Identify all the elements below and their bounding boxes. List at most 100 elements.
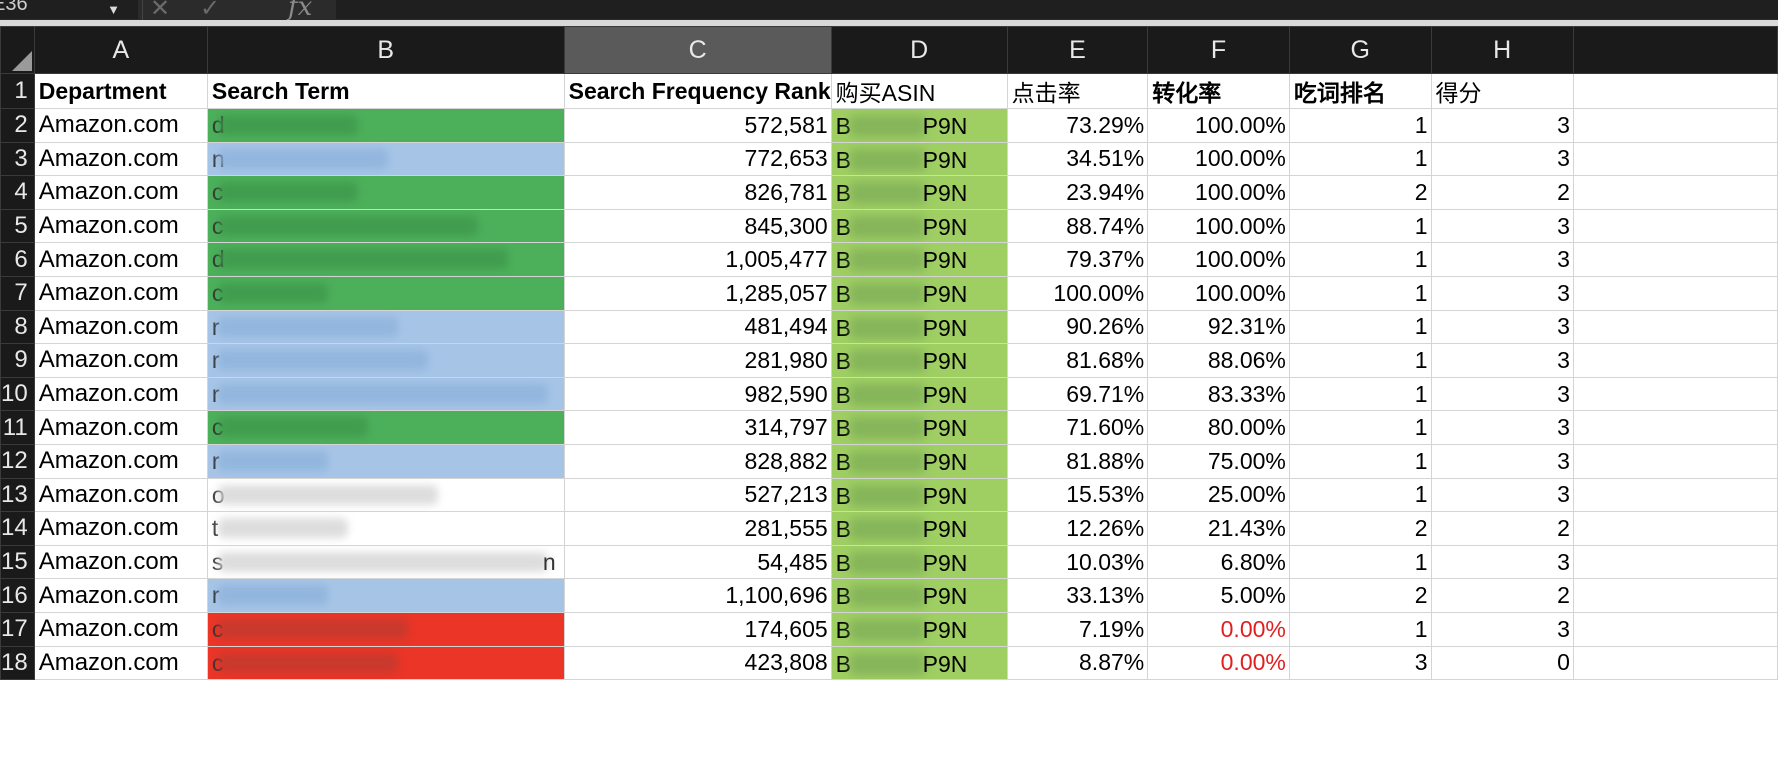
- cell-click-rate[interactable]: 12.26%: [1006, 511, 1149, 546]
- cell-score[interactable]: 3: [1430, 343, 1574, 378]
- cell-department[interactable]: Amazon.com: [33, 141, 208, 177]
- cell-conversion-rate[interactable]: 25.00%: [1147, 477, 1290, 513]
- cell-search-term[interactable]: c: [206, 645, 565, 681]
- cell-department[interactable]: Amazon.com: [33, 645, 208, 681]
- cell-keyword-rank[interactable]: 1: [1288, 477, 1432, 513]
- cell-search-term[interactable]: o: [206, 477, 565, 513]
- cell-search-term[interactable]: r: [206, 578, 565, 613]
- row-header[interactable]: 14: [0, 511, 35, 546]
- column-header-g[interactable]: G: [1288, 26, 1432, 74]
- cell-search-frequency-rank[interactable]: 314,797: [563, 410, 832, 445]
- column-header-blank[interactable]: [1572, 26, 1778, 74]
- column-header-b[interactable]: B: [206, 26, 565, 74]
- cell-conversion-rate[interactable]: 0.00%: [1147, 611, 1290, 647]
- cell-search-frequency-rank[interactable]: 772,653: [563, 141, 832, 177]
- cell-search-frequency-rank[interactable]: 1,005,477: [563, 242, 832, 277]
- cell-header-asin[interactable]: 购买ASIN: [830, 73, 1008, 109]
- cell-empty[interactable]: [1572, 242, 1778, 277]
- cell-department[interactable]: Amazon.com: [33, 578, 208, 613]
- cell-asin[interactable]: B P9N: [830, 343, 1008, 378]
- cell-department[interactable]: Amazon.com: [33, 443, 208, 479]
- cell-keyword-rank[interactable]: 1: [1288, 242, 1432, 277]
- row-header[interactable]: 4: [0, 175, 35, 210]
- cell-conversion-rate[interactable]: 100.00%: [1147, 275, 1290, 311]
- row-header[interactable]: 5: [0, 208, 35, 244]
- cell-conversion-rate[interactable]: 100.00%: [1147, 208, 1290, 244]
- cell-empty[interactable]: [1572, 275, 1778, 311]
- cell-keyword-rank[interactable]: 2: [1288, 578, 1432, 613]
- row-header[interactable]: 11: [0, 410, 35, 445]
- cell-search-frequency-rank[interactable]: 828,882: [563, 443, 832, 479]
- cell-conversion-rate[interactable]: 6.80%: [1147, 544, 1290, 580]
- cell-search-term[interactable]: sn: [206, 544, 565, 580]
- row-header[interactable]: 15: [0, 544, 35, 580]
- cell-click-rate[interactable]: 15.53%: [1006, 477, 1149, 513]
- cell-click-rate[interactable]: 81.68%: [1006, 343, 1149, 378]
- cell-search-term[interactable]: c: [206, 275, 565, 311]
- cell-click-rate[interactable]: 69.71%: [1006, 376, 1149, 412]
- cell-conversion-rate[interactable]: 88.06%: [1147, 343, 1290, 378]
- cell-search-term[interactable]: c: [206, 175, 565, 210]
- cell-asin[interactable]: B P9N: [830, 275, 1008, 311]
- cell-asin[interactable]: B P9N: [830, 141, 1008, 177]
- cell-empty[interactable]: [1572, 175, 1778, 210]
- cell-asin[interactable]: B P9N: [830, 443, 1008, 479]
- column-header-e[interactable]: E: [1006, 26, 1149, 74]
- cell-search-frequency-rank[interactable]: 481,494: [563, 309, 832, 345]
- cell-search-term[interactable]: c: [206, 611, 565, 647]
- cell-header-ctr[interactable]: 点击率: [1006, 73, 1149, 109]
- cell-click-rate[interactable]: 7.19%: [1006, 611, 1149, 647]
- cell-score[interactable]: 3: [1430, 477, 1574, 513]
- cell-conversion-rate[interactable]: 80.00%: [1147, 410, 1290, 445]
- cell-score[interactable]: 3: [1430, 611, 1574, 647]
- select-all-icon[interactable]: [11, 51, 32, 71]
- cell-keyword-rank[interactable]: 1: [1288, 376, 1432, 412]
- cell-empty[interactable]: [1572, 410, 1778, 445]
- cell-asin[interactable]: B P9N: [830, 242, 1008, 277]
- cell-empty[interactable]: [1572, 108, 1778, 143]
- cell-department[interactable]: Amazon.com: [33, 275, 208, 311]
- cell-conversion-rate[interactable]: 0.00%: [1147, 645, 1290, 681]
- cell-search-frequency-rank[interactable]: 527,213: [563, 477, 832, 513]
- cell-conversion-rate[interactable]: 100.00%: [1147, 141, 1290, 177]
- cell-empty[interactable]: [1572, 141, 1778, 177]
- cell-asin[interactable]: B P9N: [830, 410, 1008, 445]
- column-header-f[interactable]: F: [1147, 26, 1290, 74]
- cell-click-rate[interactable]: 90.26%: [1006, 309, 1149, 345]
- cell-header-kw-rank[interactable]: 吃词排名: [1288, 73, 1432, 109]
- row-header[interactable]: 8: [0, 309, 35, 345]
- row-header[interactable]: 12: [0, 443, 35, 479]
- cell-score[interactable]: 3: [1430, 108, 1574, 143]
- cell-keyword-rank[interactable]: 1: [1288, 141, 1432, 177]
- column-header-h[interactable]: H: [1430, 26, 1574, 74]
- cell-search-frequency-rank[interactable]: 281,555: [563, 511, 832, 546]
- cell-search-term[interactable]: c: [206, 208, 565, 244]
- cell-score[interactable]: 3: [1430, 208, 1574, 244]
- row-header[interactable]: 17: [0, 611, 35, 647]
- cell-department[interactable]: Amazon.com: [33, 242, 208, 277]
- row-header[interactable]: 1: [0, 73, 35, 109]
- cell-empty[interactable]: [1572, 578, 1778, 613]
- row-header[interactable]: 18: [0, 645, 35, 681]
- cell-department[interactable]: Amazon.com: [33, 376, 208, 412]
- cell-conversion-rate[interactable]: 21.43%: [1147, 511, 1290, 546]
- cell-search-frequency-rank[interactable]: 1,285,057: [563, 275, 832, 311]
- cell-search-frequency-rank[interactable]: 1,100,696: [563, 578, 832, 613]
- cell-click-rate[interactable]: 71.60%: [1006, 410, 1149, 445]
- cell-department[interactable]: Amazon.com: [33, 477, 208, 513]
- cell-search-frequency-rank[interactable]: 845,300: [563, 208, 832, 244]
- cell-search-term[interactable]: d: [206, 108, 565, 143]
- cell-empty[interactable]: [1572, 477, 1778, 513]
- cell-search-term[interactable]: n: [206, 141, 565, 177]
- cell-search-frequency-rank[interactable]: 826,781: [563, 175, 832, 210]
- row-header[interactable]: 13: [0, 477, 35, 513]
- cell-search-term[interactable]: r: [206, 376, 565, 412]
- cell-asin[interactable]: B P9N: [830, 645, 1008, 681]
- chevron-down-icon[interactable]: ▼: [107, 2, 120, 18]
- cell-click-rate[interactable]: 8.87%: [1006, 645, 1149, 681]
- cell-empty[interactable]: [1572, 376, 1778, 412]
- cell-asin[interactable]: B P9N: [830, 477, 1008, 513]
- cell-keyword-rank[interactable]: 1: [1288, 443, 1432, 479]
- row-header[interactable]: 6: [0, 242, 35, 277]
- cell-department[interactable]: Amazon.com: [33, 611, 208, 647]
